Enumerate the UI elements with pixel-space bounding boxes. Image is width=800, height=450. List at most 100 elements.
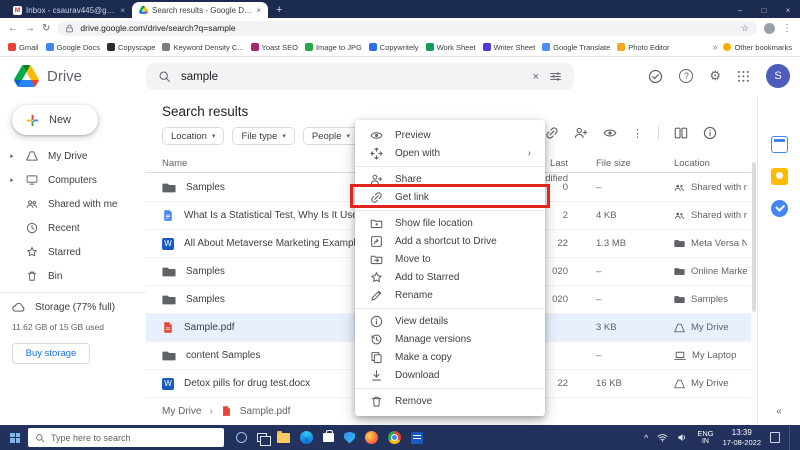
settings-gear-icon[interactable]: ⚙	[709, 68, 721, 84]
sidebar-item-computers[interactable]: ▸ Computers	[0, 168, 146, 192]
menu-item-download[interactable]: Download	[355, 366, 545, 384]
forward-icon[interactable]: →	[25, 23, 35, 34]
location-value[interactable]: Samples	[691, 294, 728, 305]
scrollbar-thumb[interactable]	[752, 162, 756, 312]
bookmark-work-sheet[interactable]: Work Sheet	[425, 43, 476, 52]
window-maximize-button[interactable]: □	[752, 6, 776, 15]
sidebar-item-bin[interactable]: Bin	[0, 264, 146, 288]
filter-chip-location[interactable]: Location ▾	[162, 127, 225, 145]
bookmark-writer-sheet[interactable]: Writer Sheet	[482, 43, 535, 52]
bookmark-photo-editor[interactable]: Photo Editor	[617, 43, 670, 52]
menu-item-move-to[interactable]: Move to	[355, 250, 545, 268]
firefox-icon[interactable]	[365, 431, 378, 444]
menu-item-manage-versions[interactable]: Manage versions	[355, 330, 545, 348]
share-toolbar-icon[interactable]	[574, 126, 588, 140]
defender-icon[interactable]	[344, 431, 355, 444]
refresh-icon[interactable]: ↻	[42, 23, 50, 34]
browser-profile-avatar[interactable]	[764, 22, 775, 34]
word-app-icon[interactable]	[411, 431, 423, 444]
tray-expand-icon[interactable]: ^	[644, 433, 648, 443]
speaker-icon[interactable]	[677, 432, 688, 443]
menu-item-add-to-starred[interactable]: Add to Starred	[355, 268, 545, 286]
menu-item-get-link[interactable]: Get link	[355, 188, 545, 206]
bookmark-google-docs[interactable]: Google Docs	[45, 43, 100, 52]
menu-item-preview[interactable]: Preview	[355, 126, 545, 144]
collapse-panel-icon[interactable]: «	[758, 406, 800, 417]
tab-close-icon[interactable]: ×	[120, 6, 125, 15]
grid-view-icon[interactable]	[674, 126, 688, 140]
search-options-tune-icon[interactable]	[549, 70, 562, 83]
window-minimize-button[interactable]: –	[728, 6, 752, 15]
file-explorer-icon[interactable]	[277, 430, 290, 443]
expander-icon[interactable]: ▸	[8, 176, 16, 184]
menu-item-share[interactable]: Share	[355, 170, 545, 188]
filter-chip-file-type[interactable]: File type ▾	[232, 127, 295, 145]
chrome-icon[interactable]	[388, 431, 401, 444]
location-value[interactable]: Online Market...	[691, 266, 747, 277]
buy-storage-button[interactable]: Buy storage	[12, 343, 90, 364]
menu-item-open-with[interactable]: Open with ›	[355, 144, 545, 162]
menu-item-view-details[interactable]: View details	[355, 312, 545, 330]
drive-logo[interactable]: Drive	[14, 65, 82, 87]
show-desktop-button[interactable]	[789, 425, 792, 450]
location-value[interactable]: Shared with me	[691, 182, 747, 193]
back-icon[interactable]: ←	[8, 23, 18, 34]
bookmark-yoast-seo[interactable]: Yoast SEO	[250, 43, 298, 52]
keep-icon[interactable]	[770, 168, 788, 185]
network-wifi-icon[interactable]	[657, 433, 668, 442]
get-link-toolbar-icon[interactable]	[545, 126, 559, 140]
other-bookmarks-button[interactable]: Other bookmarks	[723, 43, 792, 52]
column-header-name[interactable]: Name	[162, 156, 187, 171]
menu-item-remove[interactable]: Remove	[355, 392, 545, 410]
filter-chip-people[interactable]: People ▾	[302, 127, 359, 145]
calendar-icon[interactable]	[770, 136, 788, 153]
language-indicator[interactable]: ENG IN	[697, 429, 713, 446]
bookmark-copyscape[interactable]: Copyscape	[106, 43, 155, 52]
browser-tab-drive[interactable]: Search results - Google Drive ×	[132, 2, 268, 18]
tab-close-icon[interactable]: ×	[256, 6, 261, 15]
window-close-button[interactable]: ×	[776, 6, 800, 15]
url-omnibox[interactable]: drive.google.com/drive/search?q=sample ☆	[57, 20, 757, 36]
edge-icon[interactable]	[300, 431, 313, 444]
location-value[interactable]: Meta Versa NFT	[691, 238, 747, 249]
expander-icon[interactable]: ▸	[8, 152, 16, 160]
details-info-icon[interactable]	[703, 126, 717, 140]
bookmark-google-translate[interactable]: Google Translate	[542, 43, 610, 52]
sidebar-item-recent[interactable]: Recent	[0, 216, 146, 240]
browser-menu-icon[interactable]: ⋮	[782, 23, 792, 34]
bookmark-image-to-jpg[interactable]: Image to JPG	[304, 43, 362, 52]
bookmarks-overflow-icon[interactable]: »	[712, 42, 717, 52]
new-button[interactable]: New	[12, 105, 98, 135]
breadcrumb-root[interactable]: My Drive	[162, 406, 201, 417]
bookmark-gmail[interactable]: Gmail	[8, 43, 39, 52]
drive-search-box[interactable]: sample ×	[146, 63, 574, 90]
cortana-icon[interactable]	[236, 432, 247, 443]
bookmark-star-icon[interactable]: ☆	[741, 23, 749, 34]
bookmark-keyword-density[interactable]: Keyword Density C...	[162, 43, 244, 52]
start-button[interactable]	[2, 425, 28, 450]
sidebar-item-my-drive[interactable]: ▸ My Drive	[0, 144, 146, 168]
offline-status-icon[interactable]	[648, 69, 663, 84]
clock[interactable]: 13:39 17-08-2022	[723, 428, 761, 447]
bookmark-copywritely[interactable]: Copywritely	[368, 43, 419, 52]
account-avatar[interactable]: S	[766, 64, 790, 88]
browser-tab-gmail[interactable]: M Inbox - csaurav445@gmail.com... ×	[6, 2, 132, 18]
location-value[interactable]: Shared with me	[691, 210, 747, 221]
menu-item-show-file-location[interactable]: Show file location	[355, 214, 545, 232]
sidebar-item-shared-with-me[interactable]: Shared with me	[0, 192, 146, 216]
new-tab-button[interactable]: +	[276, 4, 282, 16]
menu-item-make-a-copy[interactable]: Make a copy	[355, 348, 545, 366]
location-value[interactable]: My Drive	[691, 378, 728, 389]
more-actions-icon[interactable]: ⋮	[632, 127, 643, 140]
menu-item-rename[interactable]: Rename	[355, 286, 545, 304]
location-value[interactable]: My Laptop	[692, 350, 736, 361]
location-value[interactable]: My Drive	[691, 322, 728, 333]
google-apps-grid-icon[interactable]	[737, 70, 750, 83]
column-header-location[interactable]: Location	[674, 156, 710, 171]
taskbar-search-box[interactable]: Type here to search	[28, 428, 224, 447]
microsoft-store-icon[interactable]	[323, 430, 334, 442]
column-header-file-size[interactable]: File size	[596, 156, 631, 171]
preview-toolbar-icon[interactable]	[603, 126, 617, 140]
task-view-icon[interactable]	[257, 433, 271, 446]
support-icon[interactable]: ?	[679, 69, 694, 83]
